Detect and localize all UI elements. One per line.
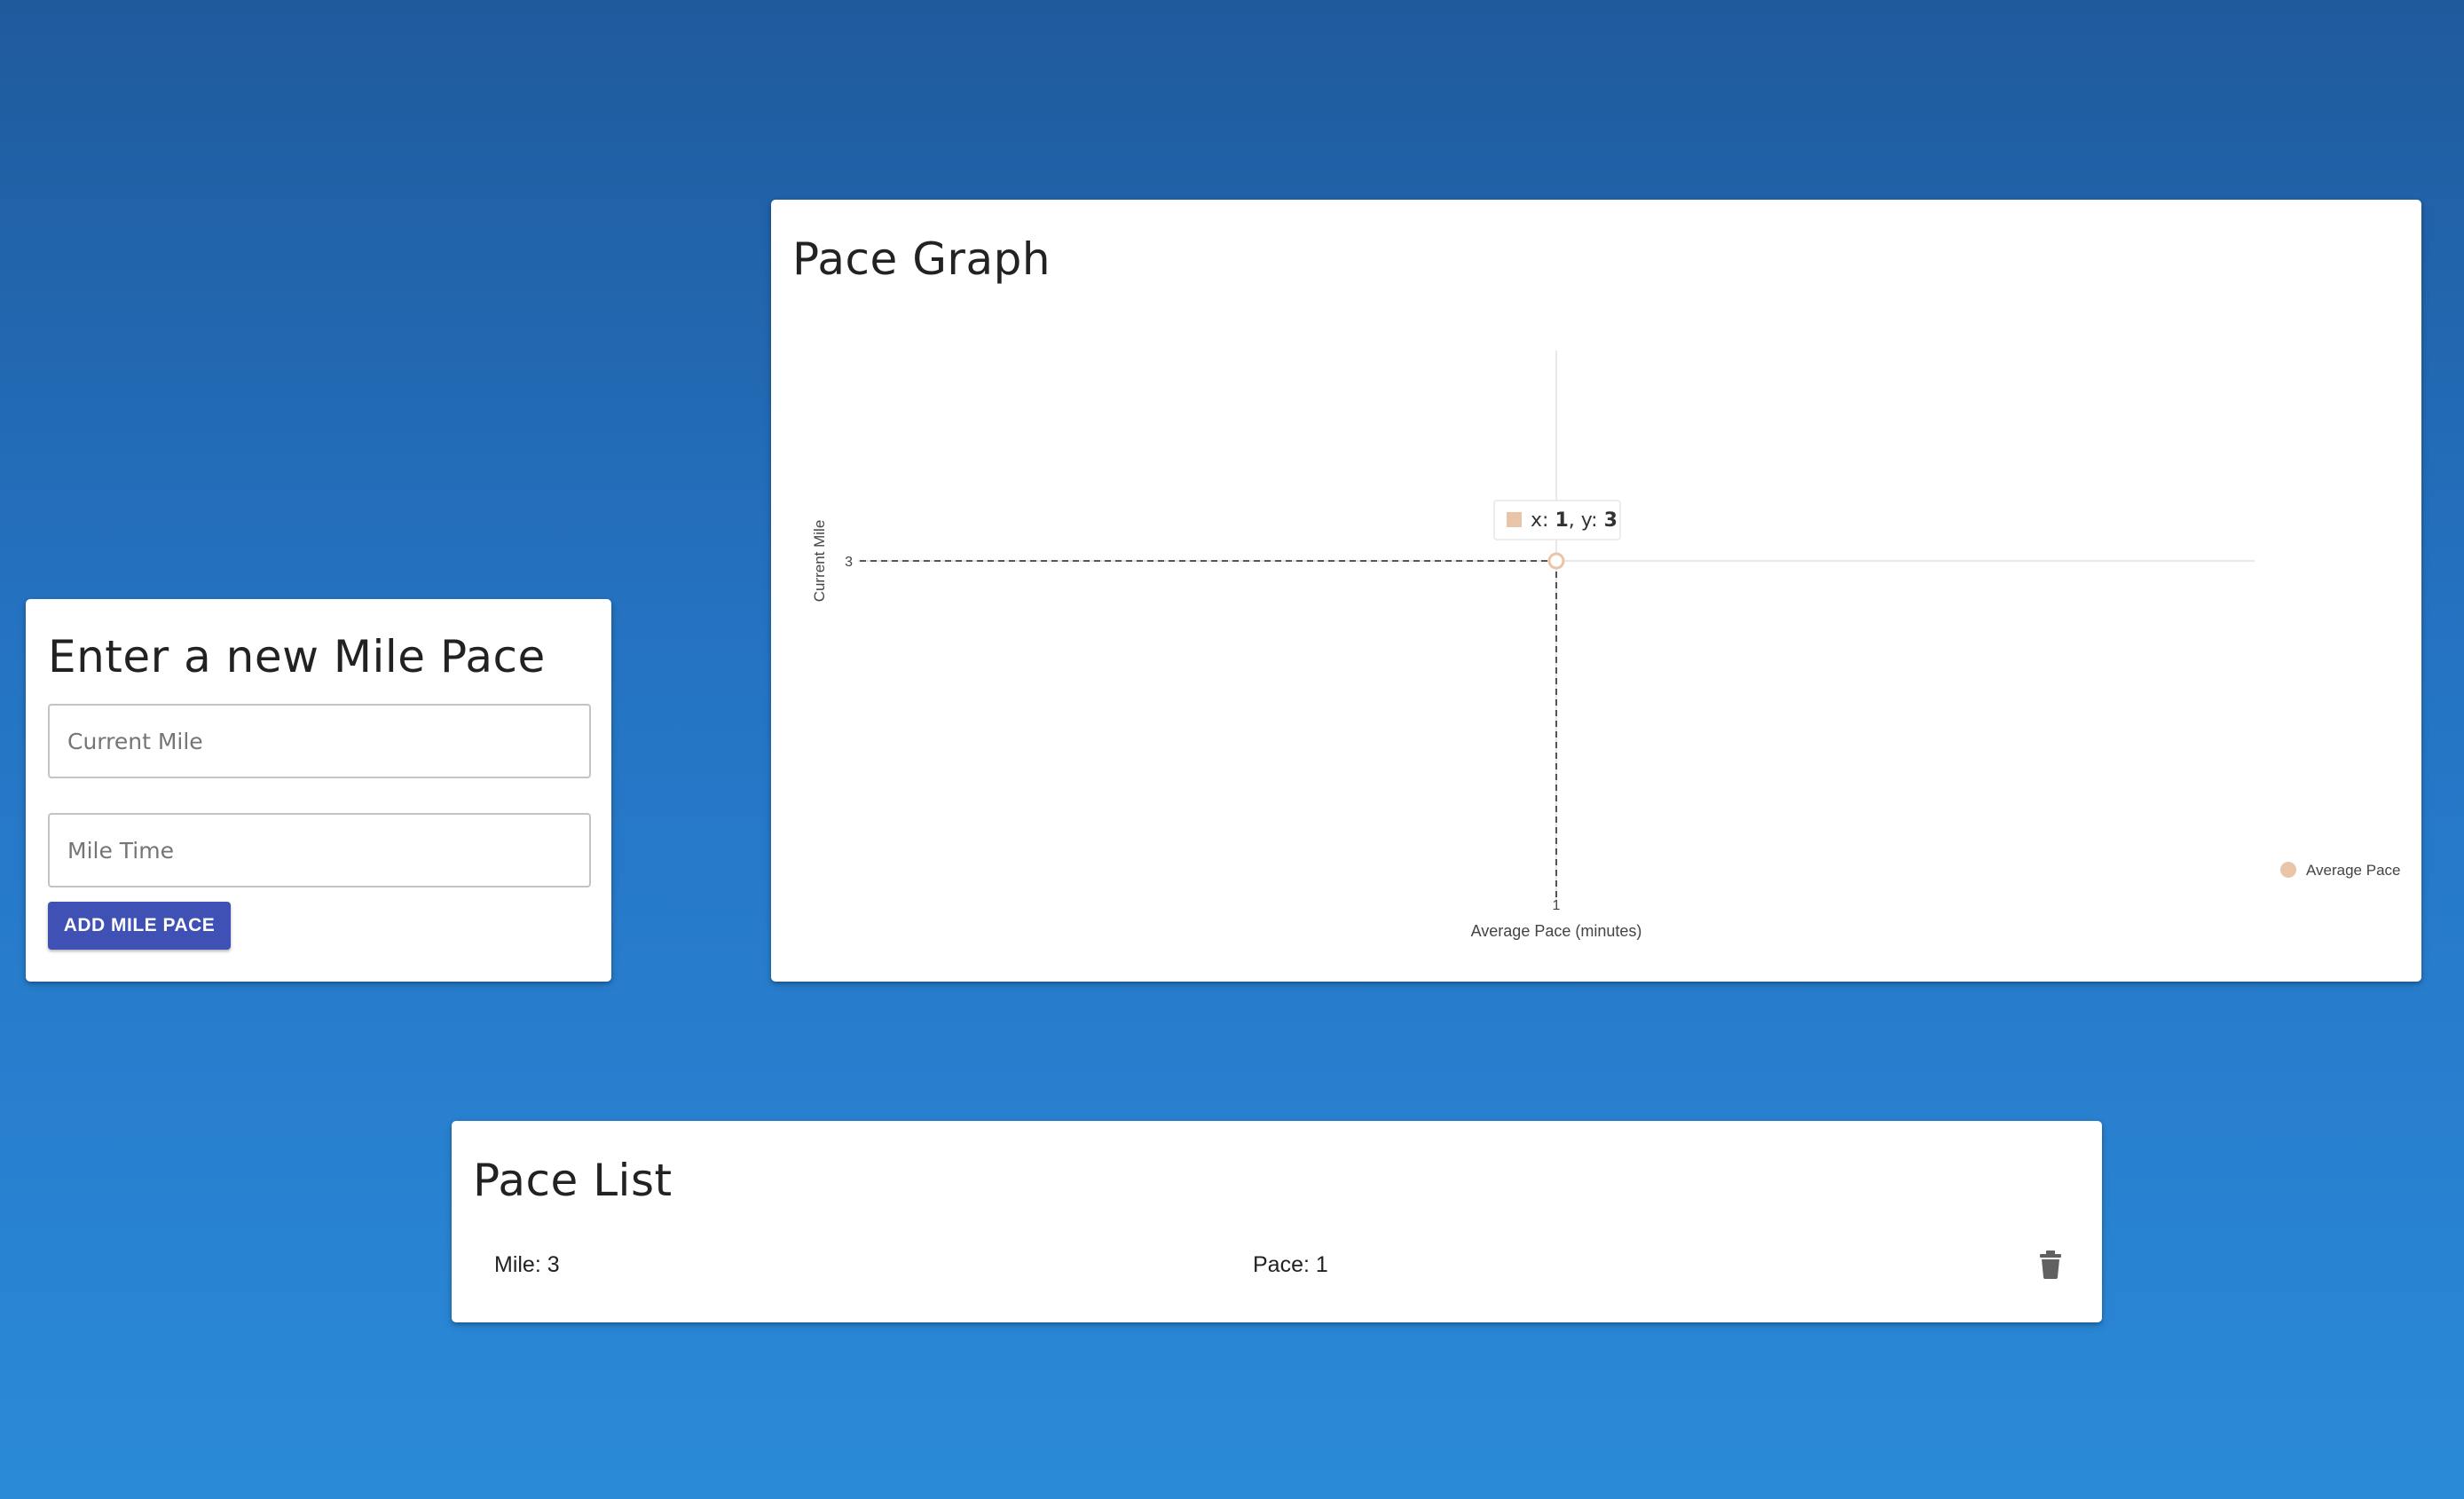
list-item-mile: Mile: 3 (494, 1252, 560, 1277)
current-mile-field (48, 704, 591, 778)
data-point (1547, 552, 1565, 570)
list-item: Mile: 3 Pace: 1 (452, 1227, 2102, 1290)
list-item-pace: Pace: 1 (1253, 1252, 1328, 1277)
legend-marker (2280, 862, 2296, 878)
list-title: Pace List (473, 1155, 673, 1206)
x-tick-label: 1 (1553, 898, 1561, 913)
pace-graph-card: Pace Graph Current Mile 3 1 Average Pace (m… (771, 200, 2421, 982)
pace-scatter-chart: Current Mile 3 1 Average Pace (minutes) x: 1… (811, 351, 2400, 940)
mile-time-input[interactable] (50, 815, 589, 886)
tooltip-swatch (1507, 512, 1522, 527)
trash-icon (2040, 1250, 2061, 1279)
y-tick-label: 3 (845, 555, 853, 570)
mile-time-field (48, 813, 591, 888)
tooltip-text: x: 1, y: 3 (1531, 509, 1618, 532)
delete-button[interactable] (2031, 1245, 2070, 1284)
x-axis-label: Average Pace (minutes) (1471, 922, 1642, 940)
form-title: Enter a new Mile Pace (48, 631, 546, 682)
y-axis-label: Current Mile (811, 520, 828, 603)
legend-label: Average Pace (2306, 862, 2400, 879)
add-mile-pace-button[interactable]: Add Mile Pace (48, 902, 231, 950)
mile-pace-form-card: Enter a new Mile Pace Add Mile Pace (26, 599, 611, 982)
current-mile-input[interactable] (50, 706, 589, 777)
pace-list-card: Pace List Mile: 3 Pace: 1 (452, 1121, 2102, 1322)
